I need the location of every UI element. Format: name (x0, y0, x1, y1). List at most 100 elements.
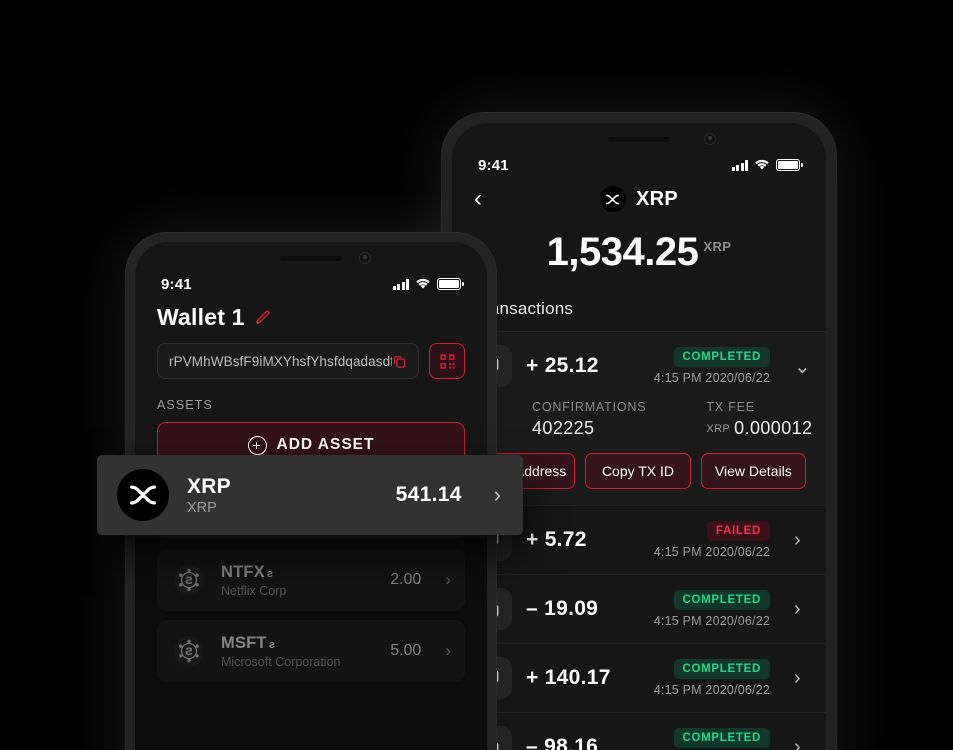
wifi-icon (415, 278, 431, 290)
left-phone-notch (135, 242, 487, 272)
chevron-left-icon[interactable]: ‹ (474, 187, 496, 211)
copy-icon[interactable] (392, 354, 407, 369)
balance-unit: XRP (703, 239, 731, 254)
transactions-section-label: Transactions (452, 299, 826, 332)
asset-row[interactable]: SMSFTƨMicrosoft Corporation5.00› (157, 620, 465, 682)
right-status-bar: 9:41 (452, 153, 826, 177)
tokenized-stock-icon: S (171, 633, 207, 669)
right-phone-device: 9:41 ‹ (441, 112, 837, 750)
battery-full-icon (437, 278, 461, 290)
front-camera-icon (359, 252, 371, 264)
transaction-amount: + 25.12 (526, 354, 640, 378)
transaction-status-group: COMPLETED4:15 PM 2020/06/22 (654, 659, 770, 697)
chevron-right-icon[interactable]: › (794, 598, 806, 621)
svg-text:S: S (185, 646, 192, 658)
balance-amount: 1,534.25 (547, 230, 699, 274)
transaction-amount: + 5.72 (526, 528, 640, 552)
chevron-right-icon[interactable]: › (445, 570, 451, 590)
asset-meta: NTFXƨNetflix Corp (221, 563, 376, 598)
asset-title-group: XRP (496, 186, 782, 212)
asset-row[interactable]: S NTFXƨNetflix Corp 2.00 › (157, 549, 465, 611)
transaction-status-group: COMPLETED4:15 PM 2020/06/22 (654, 728, 770, 750)
transaction-amount: – 19.09 (526, 597, 640, 621)
chevron-right-icon[interactable]: › (794, 667, 806, 690)
wallet-address-value: rPVMhWBsfF9iMXYhsfYhsfdqadasdfyKy (169, 354, 392, 369)
asset-symbol: NTFXƨ (221, 563, 273, 581)
selected-asset-value: 541.14 (396, 483, 462, 507)
front-camera-icon (704, 133, 716, 145)
battery-full-icon (776, 159, 800, 171)
tx-fee-block: TX FEE XRP 0.000012 (706, 400, 812, 439)
cellular-bars-icon (732, 160, 749, 171)
selected-asset-card[interactable]: XRP XRP 541.14 › (97, 455, 523, 535)
status-icons (393, 278, 462, 290)
status-badge: COMPLETED (674, 728, 771, 748)
wallet-title: Wallet 1 (157, 304, 245, 331)
cellular-bars-icon (393, 279, 410, 290)
chevron-right-icon[interactable]: › (445, 641, 451, 661)
transaction-date: 4:15 PM 2020/06/22 (654, 683, 770, 697)
transaction-status-group: FAILED 4:15 PM 2020/06/22 (654, 521, 770, 559)
qr-code-icon (438, 352, 457, 371)
earpiece-speaker (280, 256, 342, 261)
xrp-logo-icon (600, 186, 626, 212)
chevron-down-icon[interactable]: ⌄ (794, 354, 806, 379)
wallet-address-field[interactable]: rPVMhWBsfF9iMXYhsfYhsfdqadasdfyKy (157, 343, 419, 379)
chevron-right-icon[interactable]: › (794, 529, 806, 552)
tx-fee-value-group: XRP 0.000012 (706, 418, 812, 439)
status-icons (732, 159, 801, 171)
transaction-date: 4:15 PM 2020/06/22 (654, 545, 770, 559)
transaction-date: 4:15 PM 2020/06/22 (654, 371, 770, 385)
earpiece-speaker (608, 137, 670, 142)
transaction-amount: + 140.17 (526, 666, 640, 690)
tx-fee-label: TX FEE (706, 400, 812, 414)
transaction-row[interactable]: – 98.16 COMPLETED4:15 PM 2020/06/22 › (452, 713, 826, 750)
xrp-logo-icon (117, 469, 169, 521)
add-asset-label: ADD ASSET (277, 436, 375, 454)
confirmations-value: 402225 (532, 418, 646, 439)
confirmations-label: CONFIRMATIONS (532, 400, 646, 414)
status-badge: COMPLETED (674, 347, 771, 367)
left-status-bar: 9:41 (135, 272, 487, 296)
asset-name: Microsoft Corporation (221, 655, 376, 669)
asset-value: 2.00 (390, 571, 421, 589)
status-badge: COMPLETED (674, 590, 771, 610)
wifi-icon (754, 159, 770, 171)
status-time: 9:41 (161, 276, 192, 293)
transaction-list: + 5.72 FAILED 4:15 PM 2020/06/22 › – 19.09 CO… (452, 506, 826, 750)
selected-asset-sub: XRP (187, 500, 378, 516)
chevron-right-icon[interactable]: › (794, 736, 806, 750)
wallet-address-row: rPVMhWBsfF9iMXYhsfYhsfdqadasdfyKy (135, 331, 487, 379)
selected-asset-symbol: XRP (187, 475, 378, 499)
page-title: XRP (636, 188, 678, 211)
selected-asset-meta: XRP XRP (187, 475, 378, 516)
tokenized-stock-icon: S (171, 562, 207, 598)
status-badge: FAILED (707, 521, 770, 541)
wallet-title-row: Wallet 1 (135, 296, 487, 331)
tx-fee-value: 0.000012 (734, 418, 812, 438)
chevron-right-icon[interactable]: › (494, 482, 501, 508)
view-details-button[interactable]: View Details (701, 453, 806, 489)
balance-display: 1,534.25 XRP (452, 230, 826, 275)
copy-tx-id-button[interactable]: Copy TX ID (585, 453, 690, 489)
transaction-status-group: COMPLETED 4:15 PM 2020/06/22 (654, 590, 770, 628)
status-time: 9:41 (478, 157, 509, 174)
svg-text:S: S (185, 575, 192, 587)
plus-circle-icon: + (248, 436, 267, 455)
right-phone-notch (452, 123, 826, 153)
qr-code-button[interactable] (429, 343, 465, 379)
transaction-row-expanded[interactable]: + 25.12 COMPLETED 4:15 PM 2020/06/22 ⌄ (452, 332, 826, 400)
asset-meta: MSFTƨ Microsoft Corporation (221, 634, 376, 669)
transaction-details: CONFIRMATIONS 402225 TX FEE XRP 0.000012 (452, 400, 826, 439)
transaction-status-group: COMPLETED 4:15 PM 2020/06/22 (654, 347, 770, 385)
tx-fee-unit: XRP (706, 423, 730, 435)
transaction-amount: – 98.16 (526, 735, 640, 750)
pencil-edit-icon[interactable] (254, 309, 271, 326)
transaction-row[interactable]: + 140.17 COMPLETED4:15 PM 2020/06/22 › (452, 644, 826, 713)
transaction-row[interactable]: – 19.09 COMPLETED 4:15 PM 2020/06/22 › (452, 575, 826, 644)
transaction-date: 4:15 PM 2020/06/22 (654, 614, 770, 628)
right-phone-header: ‹ XRP (452, 177, 826, 212)
assets-section-label: ASSETS (135, 379, 487, 412)
asset-symbol: MSFTƨ (221, 634, 275, 652)
right-phone-screen: 9:41 ‹ (452, 123, 826, 750)
